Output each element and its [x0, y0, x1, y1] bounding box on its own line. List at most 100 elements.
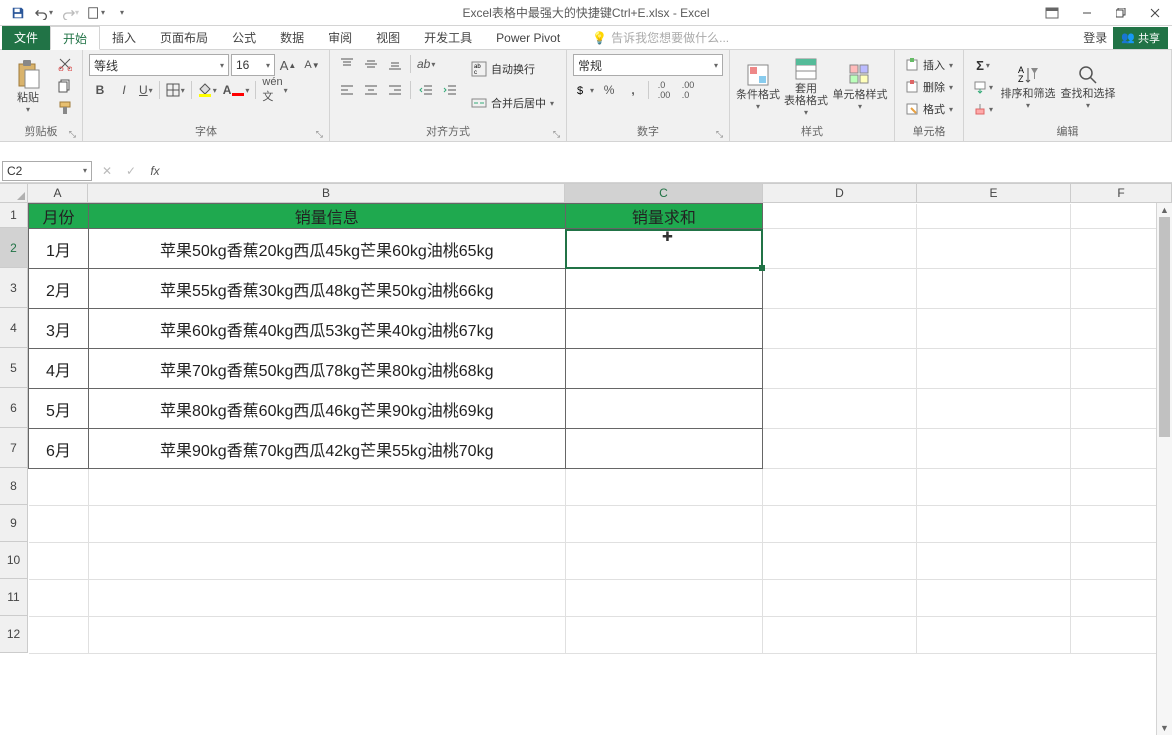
tab-formulas[interactable]: 公式 — [220, 26, 268, 50]
fill-icon[interactable]: ▾ — [970, 76, 996, 98]
border-icon[interactable]: ▾ — [164, 80, 187, 100]
cell-E2[interactable] — [917, 229, 1071, 269]
cell-A3[interactable]: 2月 — [29, 269, 89, 309]
new-icon[interactable]: ▾ — [84, 2, 108, 24]
cell-C10[interactable] — [565, 543, 763, 580]
align-right-icon[interactable] — [384, 80, 406, 100]
decrease-font-icon[interactable]: A▼ — [301, 55, 323, 75]
cell-D11[interactable] — [763, 580, 917, 617]
align-left-icon[interactable] — [336, 80, 358, 100]
tab-file[interactable]: 文件 — [2, 26, 50, 50]
clear-icon[interactable]: ▾ — [970, 98, 996, 120]
autosum-icon[interactable]: Σ▾ — [970, 54, 996, 76]
decrease-decimal-icon[interactable]: .00.0 — [677, 80, 699, 100]
tell-me-input[interactable]: 💡告诉我您想要做什么... — [592, 29, 1083, 46]
close-icon[interactable] — [1138, 2, 1172, 24]
sort-filter-button[interactable]: AZ排序和筛选▾ — [1000, 54, 1056, 120]
cell-B5[interactable]: 苹果70kg香蕉50kg西瓜78kg芒果80kg油桃68kg — [88, 349, 565, 389]
col-header-D[interactable]: D — [763, 184, 917, 203]
cell-C9[interactable] — [565, 506, 763, 543]
row-header-12[interactable]: 12 — [0, 616, 28, 653]
cell-B9[interactable] — [88, 506, 565, 543]
cut-icon[interactable] — [54, 54, 76, 74]
cell-E3[interactable] — [917, 269, 1071, 309]
align-launcher-icon[interactable]: ⤡ — [553, 129, 560, 140]
format-cells-button[interactable]: 格式 ▾ — [901, 98, 957, 120]
cell-E11[interactable] — [917, 580, 1071, 617]
phonetic-icon[interactable]: wén文▾ — [260, 80, 289, 100]
font-size-combo[interactable]: 16▾ — [231, 54, 275, 76]
col-header-C[interactable]: C — [565, 184, 763, 203]
cell-C12[interactable] — [565, 617, 763, 654]
cell-E9[interactable] — [917, 506, 1071, 543]
cell-A9[interactable] — [29, 506, 89, 543]
cell-A6[interactable]: 5月 — [29, 389, 89, 429]
increase-font-icon[interactable]: A▲ — [277, 55, 299, 75]
cell-C11[interactable] — [565, 580, 763, 617]
cell-A1[interactable]: 月份 — [29, 204, 89, 229]
font-launcher-icon[interactable]: ⤡ — [316, 129, 323, 140]
save-icon[interactable] — [6, 2, 30, 24]
fx-icon[interactable]: fx — [146, 164, 164, 178]
align-top-icon[interactable] — [336, 54, 358, 74]
italic-icon[interactable]: I — [113, 80, 135, 100]
delete-cells-button[interactable]: 删除 ▾ — [901, 76, 957, 98]
cell-C2[interactable] — [565, 229, 763, 269]
row-header-2[interactable]: 2 — [0, 228, 28, 268]
number-format-combo[interactable]: 常规▾ — [573, 54, 723, 76]
row-header-9[interactable]: 9 — [0, 505, 28, 542]
qat-customize-icon[interactable]: ▾ — [110, 2, 134, 24]
scrollbar-thumb[interactable] — [1159, 217, 1170, 437]
cell-D1[interactable] — [763, 204, 917, 229]
cell-A5[interactable]: 4月 — [29, 349, 89, 389]
cell-D4[interactable] — [763, 309, 917, 349]
row-header-6[interactable]: 6 — [0, 388, 28, 428]
format-painter-icon[interactable] — [54, 98, 76, 118]
tab-view[interactable]: 视图 — [364, 26, 412, 50]
cell-A10[interactable] — [29, 543, 89, 580]
cancel-icon[interactable]: ✕ — [98, 164, 116, 178]
formula-input[interactable] — [170, 161, 1172, 181]
clipboard-launcher-icon[interactable]: ⤡ — [69, 129, 76, 140]
paste-button[interactable]: 粘贴▾ — [6, 54, 50, 120]
tab-developer[interactable]: 开发工具 — [412, 26, 484, 50]
format-as-table-button[interactable]: 套用 表格格式▾ — [784, 54, 828, 120]
cell-C3[interactable] — [565, 269, 763, 309]
cell-C1[interactable]: 销量求和 — [565, 204, 763, 229]
row-header-1[interactable]: 1 — [0, 203, 28, 228]
scroll-up-icon[interactable]: ▲ — [1157, 203, 1172, 217]
cell-D10[interactable] — [763, 543, 917, 580]
align-bottom-icon[interactable] — [384, 54, 406, 74]
restore-icon[interactable] — [1104, 2, 1138, 24]
find-select-button[interactable]: 查找和选择▾ — [1060, 54, 1116, 120]
cell-B7[interactable]: 苹果90kg香蕉70kg西瓜42kg芒果55kg油桃70kg — [88, 429, 565, 469]
cell-E8[interactable] — [917, 469, 1071, 506]
comma-style-icon[interactable]: , — [622, 80, 644, 100]
wrap-text-button[interactable]: abc自动换行 — [465, 54, 560, 84]
cell-B10[interactable] — [88, 543, 565, 580]
cell-C8[interactable] — [565, 469, 763, 506]
cell-B2[interactable]: 苹果50kg香蕉20kg西瓜45kg芒果60kg油桃65kg — [88, 229, 565, 269]
align-middle-icon[interactable] — [360, 54, 382, 74]
cell-E12[interactable] — [917, 617, 1071, 654]
insert-cells-button[interactable]: 插入 ▾ — [901, 54, 957, 76]
row-header-11[interactable]: 11 — [0, 579, 28, 616]
select-all-button[interactable] — [0, 184, 28, 203]
percent-style-icon[interactable]: % — [598, 80, 620, 100]
cell-E4[interactable] — [917, 309, 1071, 349]
scroll-down-icon[interactable]: ▼ — [1157, 721, 1172, 735]
accounting-format-icon[interactable]: $▾ — [573, 80, 596, 100]
cell-B6[interactable]: 苹果80kg香蕉60kg西瓜46kg芒果90kg油桃69kg — [88, 389, 565, 429]
login-link[interactable]: 登录 — [1083, 29, 1107, 46]
row-header-3[interactable]: 3 — [0, 268, 28, 308]
cell-C5[interactable] — [565, 349, 763, 389]
tab-insert[interactable]: 插入 — [100, 26, 148, 50]
cell-B8[interactable] — [88, 469, 565, 506]
cell-A12[interactable] — [29, 617, 89, 654]
align-center-icon[interactable] — [360, 80, 382, 100]
cell-A8[interactable] — [29, 469, 89, 506]
cells-grid[interactable]: 月份销量信息销量求和1月苹果50kg香蕉20kg西瓜45kg芒果60kg油桃65… — [28, 203, 1172, 654]
font-name-combo[interactable]: 等线▾ — [89, 54, 229, 76]
merge-center-button[interactable]: 合并后居中▾ — [465, 88, 560, 118]
cell-E1[interactable] — [917, 204, 1071, 229]
